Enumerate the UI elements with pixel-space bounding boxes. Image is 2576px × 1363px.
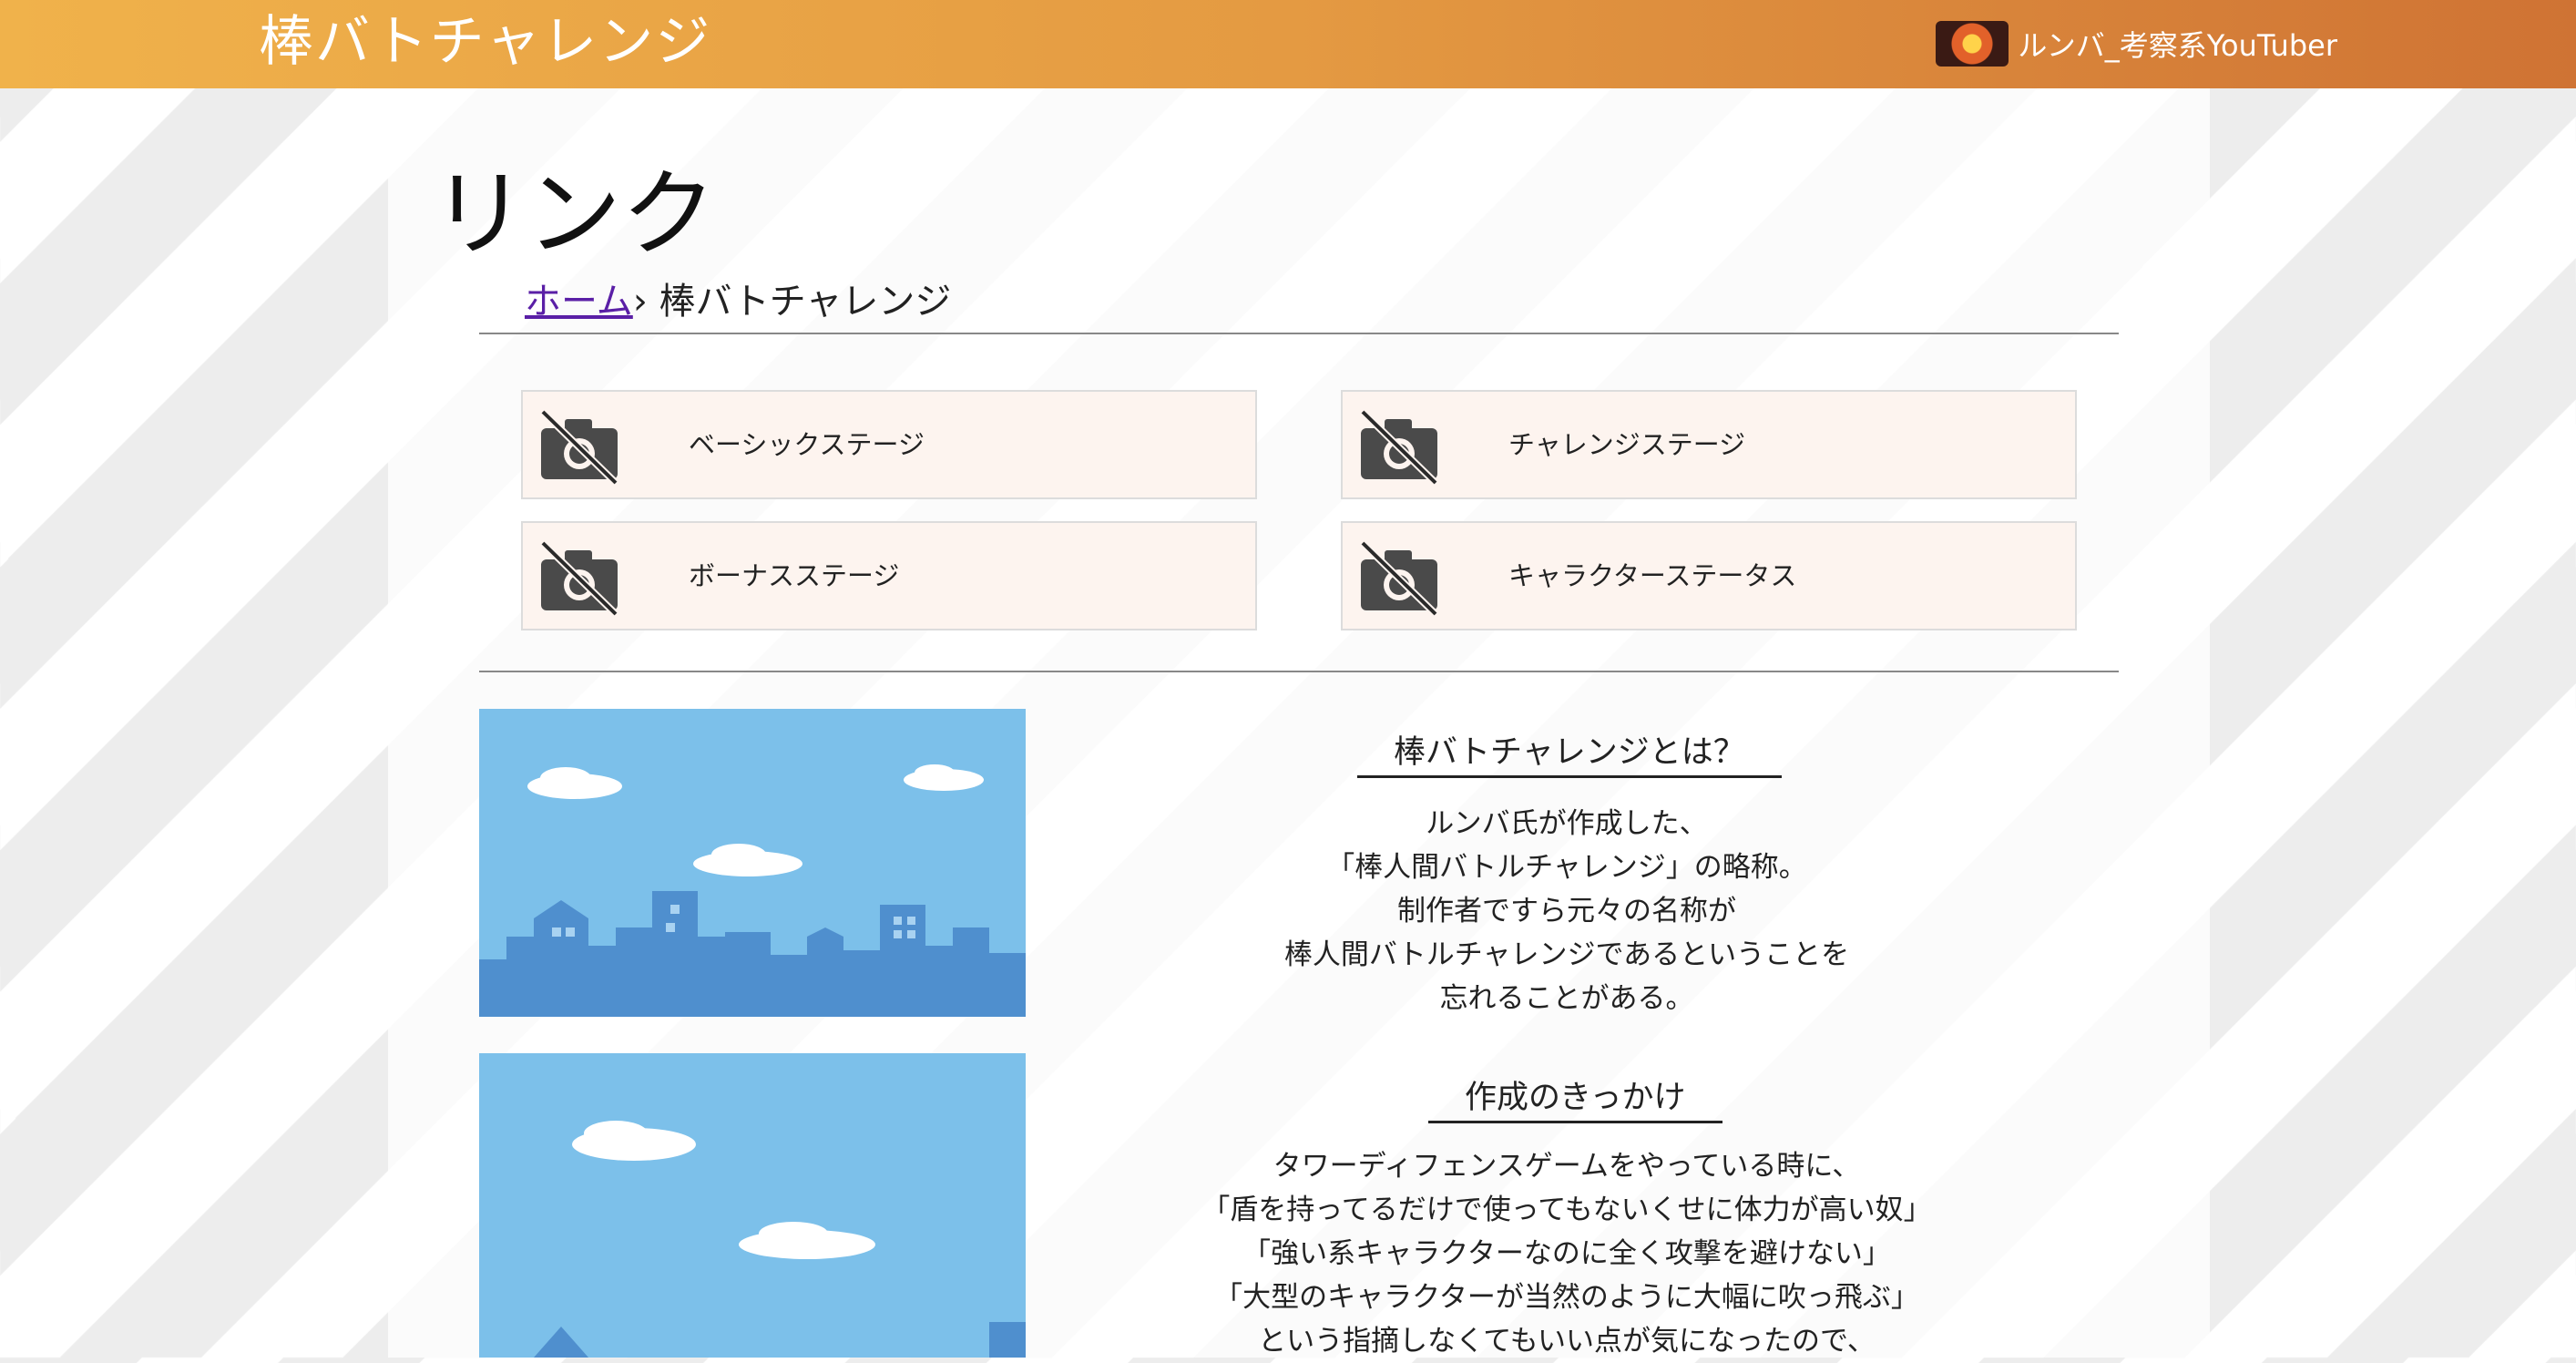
section-line: 「大型のキャラクターが当然のように大幅に吹っ飛ぶ」 [1214, 1281, 1919, 1314]
site-header: 棒バトチャレンジ ルンバ_考察系YouTuber [0, 0, 2576, 88]
link-card-label: ボーナスステージ [689, 560, 900, 591]
divider [479, 671, 2119, 672]
section-line: 「盾を持ってるだけで使ってもないくせに体力が高い奴」 [1201, 1194, 1932, 1226]
section-body: タワーディフェンスゲームをやっている時に、 「盾を持ってるだけで使ってもないくせ… [1111, 1144, 2022, 1363]
breadcrumb-current: 棒バトチャレンジ [659, 281, 952, 323]
no-image-camera-icon [1360, 540, 1438, 616]
no-image-camera-icon [540, 540, 618, 616]
no-image-camera-icon [540, 409, 618, 485]
breadcrumb: ホーム› 棒バトチャレンジ [525, 279, 951, 324]
site-title[interactable]: 棒バトチャレンジ [259, 4, 711, 80]
section-line: ルンバ氏が作成した、 [1426, 807, 1708, 840]
user-menu[interactable]: ルンバ_考察系YouTuber [1936, 20, 2337, 67]
link-card-character-status[interactable]: キャラクターステータス [1341, 521, 2077, 630]
link-card-bonus-stage[interactable]: ボーナスステージ [521, 521, 1257, 630]
user-name: ルンバ_考察系YouTuber [2018, 28, 2337, 63]
section-line: 「棒人間バトルチャレンジ」の略称。 [1326, 851, 1807, 884]
page-title: リンク [432, 159, 717, 270]
breadcrumb-separator: › [632, 281, 648, 323]
section-line: 「強い系キャラクターなのに全く攻撃を避けない」 [1242, 1237, 1891, 1270]
link-card-label: キャラクターステータス [1508, 560, 1797, 591]
avatar [1936, 21, 2009, 67]
link-card-basic-stage[interactable]: ベーシックステージ [521, 390, 1257, 499]
link-card-challenge-stage[interactable]: チャレンジステージ [1341, 390, 2077, 499]
section-line: タワーディフェンスゲームをやっている時に、 [1273, 1150, 1861, 1183]
no-image-camera-icon [1360, 409, 1438, 485]
link-card-label: ベーシックステージ [689, 429, 925, 460]
section-title: 作成のきっかけ [1428, 1075, 1722, 1123]
section-line: 棒人間バトルチャレンジであるということを [1283, 938, 1850, 971]
section-line: 制作者ですら元々の名称が [1397, 895, 1736, 927]
section-line: 忘れることがある。 [1439, 982, 1694, 1015]
sky-city-illustration [479, 1053, 1026, 1358]
section-title: 棒バトチャレンジとは？ [1357, 730, 1782, 778]
section-body: ルンバ氏が作成した、 「棒人間バトルチャレンジ」の略称。 制作者ですら元々の名称… [1111, 802, 2022, 1020]
link-card-label: チャレンジステージ [1508, 429, 1746, 460]
sky-city-illustration [479, 709, 1026, 1017]
divider [479, 333, 2119, 334]
section-line: という指摘しなくてもいい点が気になったので、 [1258, 1325, 1876, 1358]
breadcrumb-home-link[interactable]: ホーム [525, 281, 633, 323]
